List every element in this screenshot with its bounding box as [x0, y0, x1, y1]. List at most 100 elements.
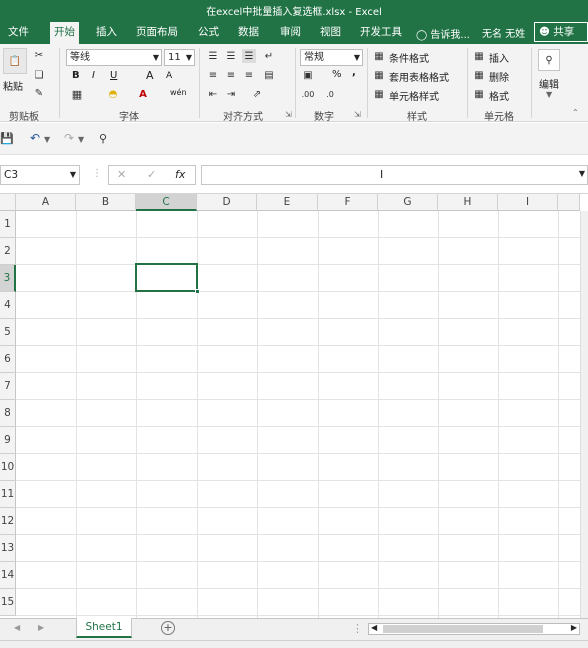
- select-all-corner[interactable]: [0, 194, 16, 211]
- column-header-b[interactable]: B: [76, 194, 136, 211]
- column-header-e[interactable]: E: [257, 194, 318, 211]
- font-name-select[interactable]: 等线 ▼: [66, 49, 162, 66]
- column-header-h[interactable]: H: [438, 194, 498, 211]
- bold-button[interactable]: B: [72, 70, 80, 81]
- number-format-select[interactable]: 常规 ▼: [300, 49, 363, 66]
- row-header-14[interactable]: 14: [0, 562, 16, 589]
- align-right-icon[interactable]: ≡: [242, 68, 256, 82]
- fill-handle[interactable]: [195, 289, 200, 294]
- column-header-g[interactable]: G: [378, 194, 438, 211]
- underline-button[interactable]: U: [110, 70, 117, 81]
- sheet-tab-sheet1[interactable]: Sheet1: [76, 618, 132, 638]
- percent-button[interactable]: %: [332, 69, 342, 80]
- dialog-launcher-icon[interactable]: ⇲: [354, 110, 361, 119]
- vertical-scrollbar[interactable]: [580, 211, 588, 618]
- add-sheet-icon[interactable]: +: [161, 621, 175, 635]
- undo-icon[interactable]: ↶: [28, 131, 42, 145]
- comma-style-button[interactable]: ,: [352, 67, 356, 78]
- row-header-13[interactable]: 13: [0, 535, 16, 562]
- chevron-down-icon[interactable]: ▼: [44, 135, 50, 144]
- phonetic-button[interactable]: wén: [170, 88, 187, 97]
- insert-cells-button[interactable]: 插入: [489, 50, 509, 65]
- increase-indent-icon[interactable]: ⇥: [224, 87, 238, 101]
- decrease-indent-icon[interactable]: ⇤: [206, 87, 220, 101]
- italic-button[interactable]: I: [92, 70, 95, 81]
- format-as-table-button[interactable]: 套用表格格式: [389, 69, 449, 84]
- row-header-15[interactable]: 15: [0, 589, 16, 616]
- row-header-8[interactable]: 8: [0, 400, 16, 427]
- align-top-icon[interactable]: ☰: [206, 49, 220, 63]
- tab-formulas[interactable]: 公式: [194, 24, 223, 44]
- row-header-5[interactable]: 5: [0, 319, 16, 346]
- print-preview-icon[interactable]: ⚲: [96, 131, 110, 145]
- search-icon[interactable]: ⚲: [538, 49, 560, 71]
- scroll-thumb[interactable]: [383, 625, 543, 633]
- scroll-left-icon[interactable]: ◀: [371, 623, 377, 632]
- cut-icon[interactable]: ✂: [32, 48, 46, 62]
- insert-function-button[interactable]: fx: [175, 168, 185, 181]
- scroll-right-icon[interactable]: ▶: [38, 623, 44, 632]
- fill-color-icon[interactable]: ◓: [106, 87, 120, 101]
- cancel-icon[interactable]: ✕: [117, 168, 126, 181]
- chevron-down-icon[interactable]: ▼: [579, 169, 585, 178]
- row-header-2[interactable]: 2: [0, 238, 16, 265]
- tab-view[interactable]: 视图: [316, 24, 345, 44]
- row-header-11[interactable]: 11: [0, 481, 16, 508]
- collapse-ribbon-icon[interactable]: ⌃: [572, 108, 579, 117]
- selected-cell-c3[interactable]: [135, 263, 198, 292]
- scroll-left-icon[interactable]: ◀: [14, 623, 20, 632]
- paste-button[interactable]: 粘贴: [3, 78, 23, 93]
- cell-styles-button[interactable]: 单元格样式: [389, 88, 439, 103]
- format-painter-icon[interactable]: ✎: [32, 86, 46, 100]
- drag-handle-icon[interactable]: ⋮: [352, 622, 363, 635]
- row-header-12[interactable]: 12: [0, 508, 16, 535]
- tab-data[interactable]: 数据: [234, 24, 263, 44]
- dialog-launcher-icon[interactable]: ⇲: [285, 110, 292, 119]
- chevron-down-icon[interactable]: ▼: [78, 135, 84, 144]
- column-header-d[interactable]: D: [197, 194, 257, 211]
- merge-center-icon[interactable]: ▤: [262, 68, 276, 82]
- column-header-f[interactable]: F: [318, 194, 378, 211]
- font-size-select[interactable]: 11 ▼: [164, 49, 195, 66]
- share-button[interactable]: ☻ 共享: [534, 22, 588, 42]
- align-middle-icon[interactable]: ☰: [224, 49, 238, 63]
- align-left-icon[interactable]: ≡: [206, 68, 220, 82]
- row-header-10[interactable]: 10: [0, 454, 16, 481]
- font-color-icon[interactable]: A: [136, 87, 150, 101]
- drag-handle-icon[interactable]: ⋮: [92, 168, 102, 179]
- tab-developer[interactable]: 开发工具: [356, 24, 406, 44]
- border-icon[interactable]: ▦: [70, 87, 84, 101]
- align-center-icon[interactable]: ≡: [224, 68, 238, 82]
- name-box[interactable]: C3 ▼: [0, 165, 80, 185]
- row-header-3[interactable]: 3: [0, 265, 16, 292]
- row-header-7[interactable]: 7: [0, 373, 16, 400]
- accounting-format-icon[interactable]: ▣: [300, 68, 316, 82]
- tab-file[interactable]: 文件: [4, 24, 33, 44]
- tell-me-box[interactable]: ◯ 告诉我...: [416, 26, 470, 41]
- decrease-decimal-icon[interactable]: .0: [322, 87, 338, 101]
- increase-decimal-icon[interactable]: .00: [300, 87, 316, 101]
- horizontal-scrollbar[interactable]: ◀ ▶: [368, 623, 580, 635]
- wrap-text-icon[interactable]: ↵: [262, 49, 276, 63]
- delete-cells-button[interactable]: 删除: [489, 69, 509, 84]
- row-header-4[interactable]: 4: [0, 292, 16, 319]
- orientation-icon[interactable]: ⇗: [250, 87, 264, 101]
- column-header-c[interactable]: C: [136, 194, 197, 211]
- tab-review[interactable]: 审阅: [276, 24, 305, 44]
- row-header-1[interactable]: 1: [0, 211, 16, 238]
- tab-page-layout[interactable]: 页面布局: [132, 24, 182, 44]
- shrink-font-button[interactable]: A: [166, 71, 172, 81]
- save-icon[interactable]: 💾: [0, 131, 14, 145]
- formula-input[interactable]: I ▼: [201, 165, 588, 185]
- row-header-9[interactable]: 9: [0, 427, 16, 454]
- column-header-a[interactable]: A: [16, 194, 76, 211]
- conditional-format-button[interactable]: 条件格式: [389, 50, 429, 65]
- column-header-j[interactable]: [558, 194, 580, 211]
- worksheet-grid[interactable]: A B C D E F G H I 1 2 3 4 5 6 7 8 9 10 1…: [0, 194, 588, 618]
- row-header-6[interactable]: 6: [0, 346, 16, 373]
- user-name[interactable]: 无名 无姓: [482, 25, 525, 40]
- tab-insert[interactable]: 插入: [92, 24, 121, 44]
- format-cells-button[interactable]: 格式: [489, 88, 509, 103]
- grow-font-button[interactable]: A: [146, 69, 154, 82]
- enter-icon[interactable]: ✓: [147, 168, 156, 181]
